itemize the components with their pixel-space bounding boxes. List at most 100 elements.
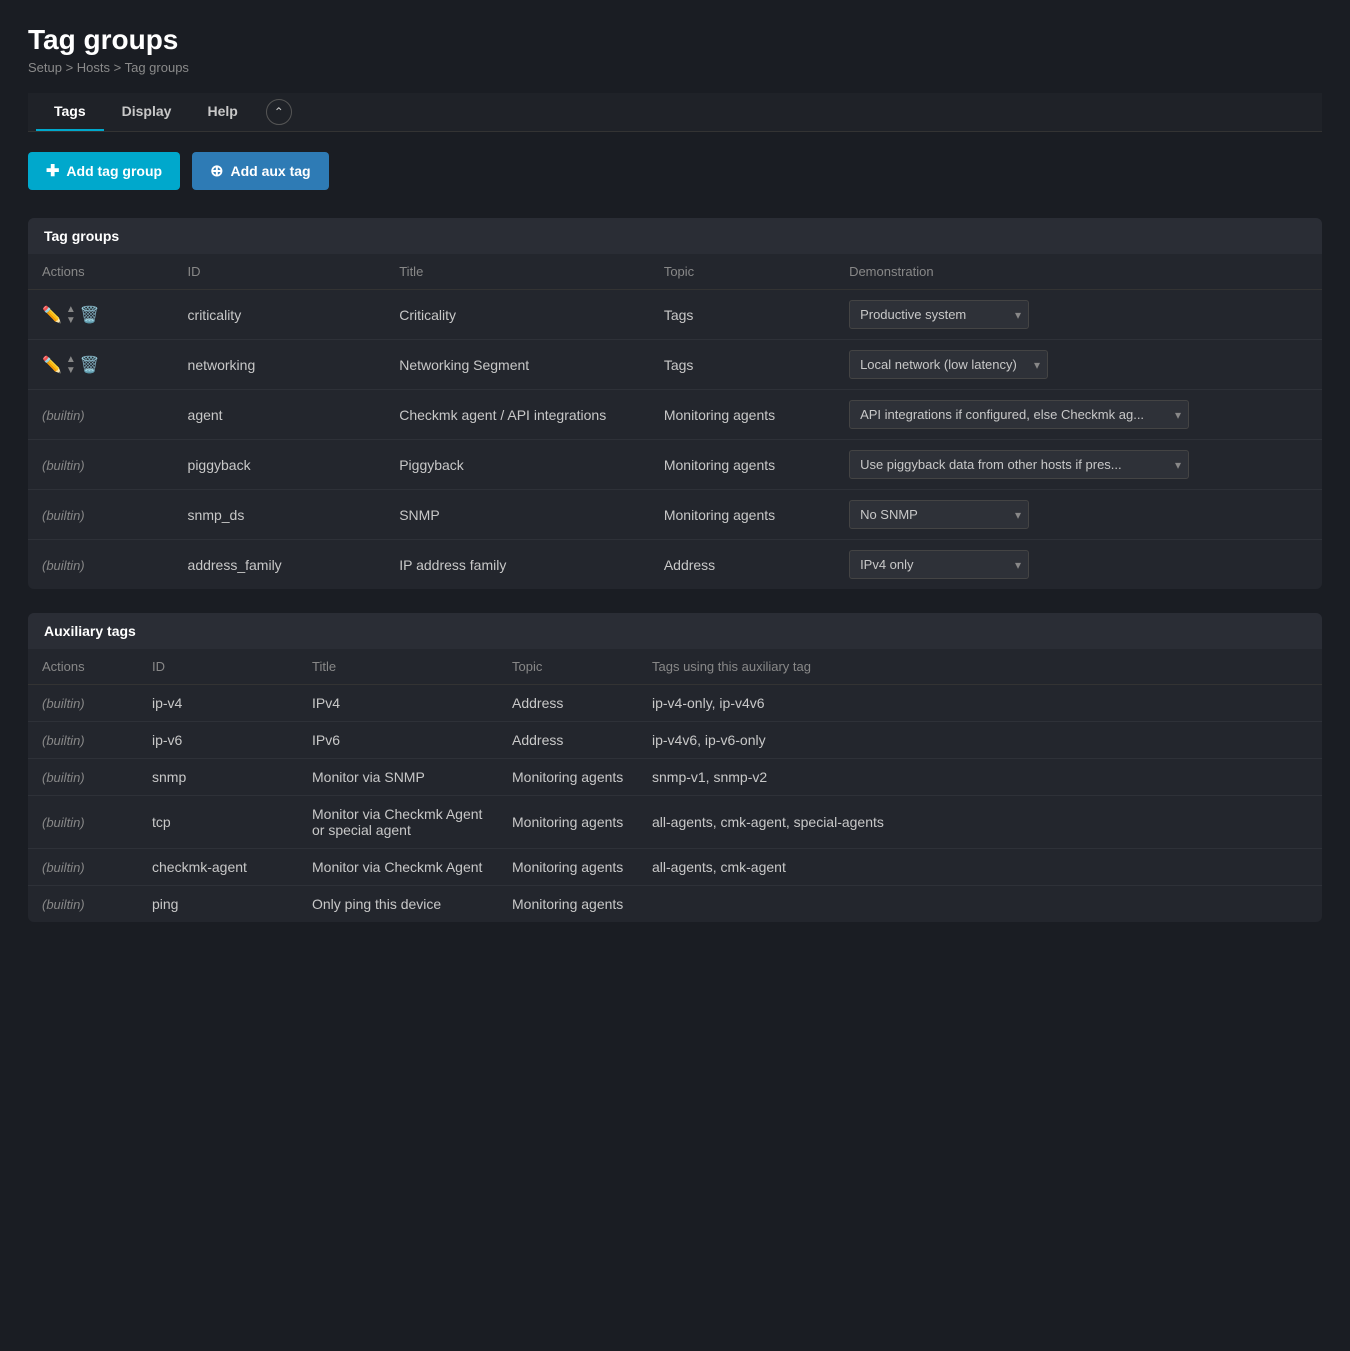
aux-action-cell: (builtin)	[28, 685, 138, 722]
add-aux-tag-button[interactable]: ⊕ Add aux tag	[192, 152, 329, 190]
tab-tags[interactable]: Tags	[36, 93, 104, 131]
col-header-topic: Topic	[650, 254, 835, 290]
aux-title-cell: Monitor via Checkmk Agent	[298, 849, 498, 886]
col-header-id: ID	[174, 254, 386, 290]
tab-help[interactable]: Help	[189, 93, 255, 131]
topic-cell: Address	[650, 540, 835, 590]
aux-title-cell: IPv6	[298, 722, 498, 759]
table-row: (builtin) checkmk-agentMonitor via Checkm…	[28, 849, 1322, 886]
aux-id-cell: ip-v6	[138, 722, 298, 759]
toolbar: ✚ Add tag group ⊕ Add aux tag	[28, 152, 1322, 190]
delete-icon[interactable]: 🗑️	[80, 355, 100, 375]
aux-title-cell: Only ping this device	[298, 886, 498, 923]
builtin-label: (builtin)	[42, 770, 85, 785]
aux-tags-table: Actions ID Title Topic Tags using this a…	[28, 649, 1322, 922]
id-cell: agent	[174, 390, 386, 440]
table-row: (builtin)pingOnly ping this deviceMonito…	[28, 886, 1322, 923]
aux-tags-section: Auxiliary tags Actions ID Title Topic Ta…	[28, 613, 1322, 922]
aux-id-cell: checkmk-agent	[138, 849, 298, 886]
aux-tags-using-cell: ip-v4v6, ip-v6-only	[638, 722, 1322, 759]
table-row: (builtin)ip-v6IPv6Addressip-v4v6, ip-v6-…	[28, 722, 1322, 759]
title-cell: Networking Segment	[385, 340, 650, 390]
demo-select[interactable]: IPv4 onlyIPv6 onlyIPv4/IPv6 dual-stack	[849, 550, 1029, 579]
demo-select[interactable]: Use piggyback data from other hosts if p…	[849, 450, 1189, 479]
table-row: ✏️ ▲▼ 🗑️ networkingNetworking SegmentTag…	[28, 340, 1322, 390]
topic-cell: Monitoring agents	[650, 440, 835, 490]
aux-action-cell: (builtin)	[28, 722, 138, 759]
col-header-title: Title	[385, 254, 650, 290]
title-cell: SNMP	[385, 490, 650, 540]
aux-col-header-id: ID	[138, 649, 298, 685]
tag-groups-table: Actions ID Title Topic Demonstration ✏️ …	[28, 254, 1322, 589]
table-row: (builtin)snmp_dsSNMPMonitoring agentsNo …	[28, 490, 1322, 540]
aux-action-cell: (builtin)	[28, 796, 138, 849]
builtin-label: (builtin)	[42, 860, 85, 875]
aux-tags-using-cell: ip-v4-only, ip-v4v6	[638, 685, 1322, 722]
aux-tags-using-cell: all-agents, cmk-agent	[638, 849, 1322, 886]
aux-topic-cell: Monitoring agents	[498, 886, 638, 923]
table-row: ✏️ ▲▼ 🗑️ criticalityCriticalityTagsProdu…	[28, 290, 1322, 340]
add-tag-group-button[interactable]: ✚ Add tag group	[28, 152, 180, 190]
demo-select[interactable]: No SNMPSNMP v1SNMP v2/v3	[849, 500, 1029, 529]
aux-topic-cell: Monitoring agents	[498, 849, 638, 886]
aux-col-header-tags-using: Tags using this auxiliary tag	[638, 649, 1322, 685]
title-cell: Criticality	[385, 290, 650, 340]
topic-cell: Tags	[650, 340, 835, 390]
aux-topic-cell: Monitoring agents	[498, 796, 638, 849]
action-cell: (builtin)	[28, 490, 174, 540]
builtin-label: (builtin)	[42, 815, 85, 830]
delete-icon[interactable]: 🗑️	[80, 305, 100, 325]
builtin-label: (builtin)	[42, 408, 85, 423]
aux-action-cell: (builtin)	[28, 849, 138, 886]
reorder-icon[interactable]: ▲▼	[66, 304, 76, 326]
aux-topic-cell: Monitoring agents	[498, 759, 638, 796]
topic-cell: Monitoring agents	[650, 390, 835, 440]
aux-topic-cell: Address	[498, 722, 638, 759]
table-row: (builtin)ip-v4IPv4Addressip-v4-only, ip-…	[28, 685, 1322, 722]
tag-groups-header: Tag groups	[28, 218, 1322, 254]
demo-cell[interactable]: Local network (low latency)WANDMZ	[835, 340, 1322, 390]
builtin-label: (builtin)	[42, 458, 85, 473]
aux-id-cell: snmp	[138, 759, 298, 796]
aux-tags-header: Auxiliary tags	[28, 613, 1322, 649]
demo-select[interactable]: Local network (low latency)WANDMZ	[849, 350, 1048, 379]
collapse-button[interactable]: ⌃	[266, 99, 292, 125]
col-header-demo: Demonstration	[835, 254, 1322, 290]
action-cell: ✏️ ▲▼ 🗑️	[28, 290, 174, 340]
aux-id-cell: ip-v4	[138, 685, 298, 722]
demo-select[interactable]: Productive systemBusiness criticalTest s…	[849, 300, 1029, 329]
demo-cell[interactable]: Use piggyback data from other hosts if p…	[835, 440, 1322, 490]
aux-title-cell: Monitor via Checkmk Agent or special age…	[298, 796, 498, 849]
aux-action-cell: (builtin)	[28, 886, 138, 923]
demo-cell[interactable]: No SNMPSNMP v1SNMP v2/v3	[835, 490, 1322, 540]
demo-cell[interactable]: Productive systemBusiness criticalTest s…	[835, 290, 1322, 340]
reorder-icon[interactable]: ▲▼	[66, 354, 76, 376]
demo-cell[interactable]: IPv4 onlyIPv6 onlyIPv4/IPv6 dual-stack	[835, 540, 1322, 590]
page-title: Tag groups	[28, 24, 1322, 56]
aux-col-header-title: Title	[298, 649, 498, 685]
action-cell: (builtin)	[28, 440, 174, 490]
add-circle-icon: ⊕	[210, 161, 223, 181]
demo-select[interactable]: API integrations if configured, else Che…	[849, 400, 1189, 429]
aux-tags-using-cell: all-agents, cmk-agent, special-agents	[638, 796, 1322, 849]
table-row: (builtin) snmpMonitor via SNMPMonitoring …	[28, 759, 1322, 796]
aux-col-header-actions: Actions	[28, 649, 138, 685]
tab-display[interactable]: Display	[104, 93, 190, 131]
plus-icon: ✚	[46, 161, 59, 181]
builtin-label: (builtin)	[42, 897, 85, 912]
edit-icon[interactable]: ✏️	[42, 305, 62, 325]
id-cell: snmp_ds	[174, 490, 386, 540]
title-cell: IP address family	[385, 540, 650, 590]
aux-action-cell: (builtin)	[28, 759, 138, 796]
aux-col-header-topic: Topic	[498, 649, 638, 685]
breadcrumb: Setup > Hosts > Tag groups	[28, 60, 1322, 75]
table-row: (builtin)address_familyIP address family…	[28, 540, 1322, 590]
edit-icon[interactable]: ✏️	[42, 355, 62, 375]
id-cell: networking	[174, 340, 386, 390]
demo-cell[interactable]: API integrations if configured, else Che…	[835, 390, 1322, 440]
col-header-actions: Actions	[28, 254, 174, 290]
id-cell: address_family	[174, 540, 386, 590]
title-cell: Piggyback	[385, 440, 650, 490]
aux-title-cell: Monitor via SNMP	[298, 759, 498, 796]
nav-tabs: Tags Display Help ⌃	[28, 93, 1322, 132]
